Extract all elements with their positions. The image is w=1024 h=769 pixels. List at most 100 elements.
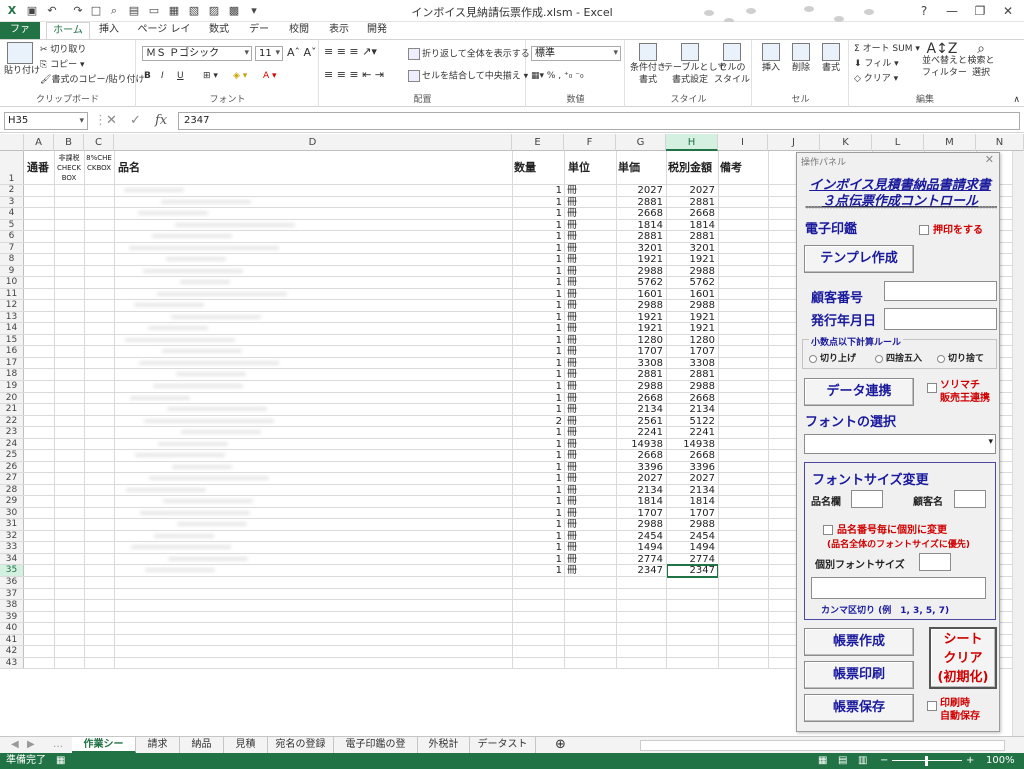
qty-cell[interactable]: 1 [512, 450, 562, 460]
row-header[interactable]: 13 [0, 311, 24, 323]
issue-date-input[interactable] [884, 308, 997, 330]
price-cell[interactable]: 2454 [616, 531, 663, 541]
item-col-size-input[interactable] [851, 490, 883, 508]
qty-cell[interactable]: 1 [512, 289, 562, 299]
amount-cell[interactable]: 1280 [666, 335, 715, 345]
column-header-i[interactable]: I [718, 134, 768, 151]
round-up-radio[interactable]: 切り上げ [809, 351, 856, 364]
close-button[interactable]: ✕ [994, 0, 1022, 22]
price-cell[interactable]: 1921 [616, 323, 663, 334]
format-as-table-button[interactable]: テーブルとして 書式設定 [664, 43, 726, 86]
macro-record-icon[interactable]: ▦ [56, 753, 65, 769]
row-header[interactable]: 24 [0, 438, 24, 450]
enter-icon[interactable]: ✓ [130, 113, 141, 128]
amount-cell[interactable]: 2988 [666, 266, 715, 276]
unit-cell[interactable]: 冊 [567, 554, 597, 564]
qty-cell[interactable]: 1 [512, 462, 562, 472]
row-header[interactable]: 41 [0, 634, 24, 646]
qty-cell[interactable]: 1 [512, 381, 562, 391]
sheet-tab[interactable]: 納品書 [180, 737, 224, 765]
tab-review[interactable]: 校閲 [282, 22, 316, 39]
column-header-b[interactable]: B [54, 134, 84, 151]
tab-developer[interactable]: 開発 [360, 22, 394, 39]
vertical-scrollbar[interactable] [1012, 151, 1024, 736]
unit-cell[interactable]: 冊 [567, 462, 597, 472]
unit-cell[interactable]: 冊 [567, 404, 597, 414]
unit-cell[interactable]: 冊 [567, 531, 597, 541]
column-header-a[interactable]: A [24, 134, 54, 151]
unit-cell[interactable]: 冊 [567, 346, 597, 357]
price-cell[interactable]: 2347 [616, 565, 663, 576]
per-item-checkbox[interactable]: 品名番号毎に個別に変更 [823, 521, 947, 536]
number-format-icons[interactable]: ▦▾ % , ⁺₀ ⁻₀ [531, 70, 584, 82]
unit-cell[interactable]: 冊 [567, 231, 597, 241]
price-cell[interactable]: 2881 [616, 369, 663, 380]
unit-cell[interactable]: 冊 [567, 519, 597, 530]
row-header[interactable]: 27 [0, 473, 24, 484]
unit-cell[interactable]: 冊 [567, 473, 597, 483]
price-cell[interactable]: 1707 [616, 346, 663, 357]
qty-cell[interactable]: 1 [512, 231, 562, 241]
qty-cell[interactable]: 2 [512, 416, 562, 426]
halign-icons[interactable]: ≡ ≡ ≡ ⇤ ⇥ [324, 69, 384, 81]
row-header[interactable]: 26 [0, 461, 24, 473]
minimize-button[interactable]: — [938, 0, 966, 22]
font-color-icon[interactable]: A ▾ [263, 70, 277, 82]
amount-cell[interactable]: 1814 [666, 220, 715, 230]
qty-cell[interactable]: 1 [512, 323, 562, 334]
price-cell[interactable]: 2988 [616, 300, 663, 311]
unit-cell[interactable]: 冊 [567, 312, 597, 322]
print-form-button[interactable]: 帳票印刷 [804, 661, 914, 689]
unit-cell[interactable]: 冊 [567, 323, 597, 334]
unit-cell[interactable]: 冊 [567, 335, 597, 345]
price-cell[interactable]: 1921 [616, 312, 663, 322]
column-header-m[interactable]: M [924, 134, 976, 151]
amount-cell[interactable]: 2988 [666, 300, 715, 311]
column-header-h[interactable]: H [666, 134, 718, 151]
amount-cell[interactable]: 1494 [666, 542, 715, 553]
row-header[interactable]: 33 [0, 542, 24, 553]
price-cell[interactable]: 2988 [616, 519, 663, 530]
column-header-n[interactable]: N [976, 134, 1024, 151]
amount-cell[interactable]: 1601 [666, 289, 715, 299]
amount-cell[interactable]: 14938 [666, 439, 715, 449]
amount-cell[interactable]: 5122 [666, 416, 715, 426]
tab-page-layout[interactable]: ページ レイアウト [128, 22, 200, 51]
unit-cell[interactable]: 冊 [567, 369, 597, 380]
unit-cell[interactable]: 冊 [567, 496, 597, 507]
row-header[interactable]: 30 [0, 507, 24, 519]
unit-cell[interactable]: 冊 [567, 450, 597, 460]
unit-cell[interactable]: 冊 [567, 254, 597, 264]
page-layout-view-icon[interactable]: ▤ [838, 753, 847, 769]
format-button[interactable]: 書式 [817, 43, 845, 74]
price-cell[interactable]: 2881 [616, 197, 663, 207]
row-header[interactable]: 38 [0, 600, 24, 611]
name-box[interactable]: H35 [4, 112, 88, 130]
amount-cell[interactable]: 2668 [666, 450, 715, 460]
row-header[interactable]: 40 [0, 623, 24, 634]
price-cell[interactable]: 14938 [616, 439, 663, 449]
amount-cell[interactable]: 3396 [666, 462, 715, 472]
format-painter-button[interactable]: 🖌書式のコピー/貼り付け [40, 74, 144, 86]
item-numbers-input[interactable] [811, 577, 986, 599]
row-header[interactable]: 15 [0, 334, 24, 346]
zoom-level[interactable]: 100% [986, 753, 1015, 769]
qty-cell[interactable]: 1 [512, 496, 562, 507]
qty-cell[interactable]: 1 [512, 519, 562, 530]
qty-cell[interactable]: 1 [512, 393, 562, 403]
unit-cell[interactable]: 冊 [567, 300, 597, 311]
unit-cell[interactable]: 冊 [567, 508, 597, 518]
row-header[interactable]: 10 [0, 277, 24, 288]
add-sheet-icon[interactable]: ⊕ [548, 737, 573, 753]
unit-cell[interactable]: 冊 [567, 220, 597, 230]
column-header-e[interactable]: E [512, 134, 564, 151]
clear-button[interactable]: ◇ クリア ▾ [854, 73, 898, 85]
price-cell[interactable]: 2668 [616, 208, 663, 218]
price-cell[interactable]: 3308 [616, 358, 663, 368]
customer-no-input[interactable] [884, 281, 997, 301]
wrap-text-button[interactable]: 折り返して全体を表示する [408, 48, 530, 61]
unit-cell[interactable]: 冊 [567, 439, 597, 449]
cell-styles-button[interactable]: セルの スタイル [714, 43, 750, 86]
amount-cell[interactable]: 2881 [666, 369, 715, 380]
row-header[interactable]: 17 [0, 357, 24, 369]
